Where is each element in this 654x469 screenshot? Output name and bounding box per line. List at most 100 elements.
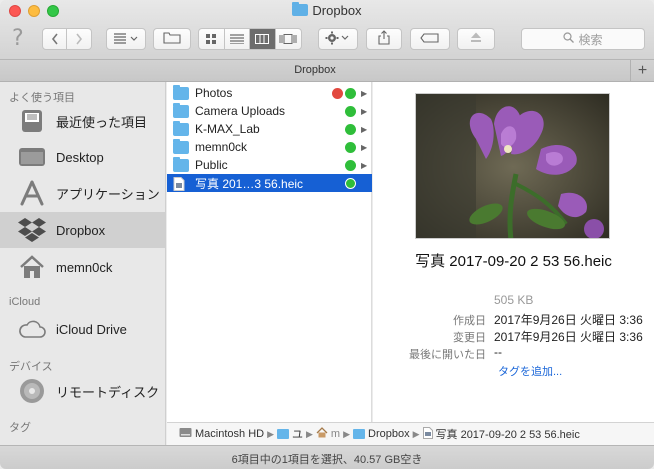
sync-ok-icon <box>345 123 356 135</box>
sidebar-item-desktop[interactable]: Desktop <box>0 139 165 175</box>
gear-icon <box>325 31 351 48</box>
icloud-header: iCloud <box>9 296 41 308</box>
preview-filename: 写真 2017-09-20 2 53 56.heic <box>415 253 612 270</box>
sidebar-item-dropbox[interactable]: Dropbox <box>0 212 165 248</box>
list-item[interactable]: K-MAX_Lab ▶ <box>167 120 372 138</box>
disclosure-arrow-icon: ▶ <box>361 88 368 98</box>
list-item[interactable]: Photos ▶ <box>167 84 372 102</box>
dropbox-folder-icon <box>353 429 366 439</box>
sidebar-item-recents[interactable]: 最近使った項目 <box>0 103 165 139</box>
window-title: Dropbox <box>0 2 654 18</box>
image-file-icon <box>173 176 189 191</box>
path-item-disk[interactable]: Macintosh HD <box>179 427 264 441</box>
camera-folder-icon <box>173 102 189 118</box>
desktop-icon <box>17 142 47 172</box>
forward-icon[interactable] <box>67 29 91 49</box>
folder-icon <box>277 429 289 439</box>
public-folder-icon <box>173 156 189 172</box>
sidebar-item-label: リモートディスク <box>56 384 160 400</box>
add-tags-link[interactable]: タグを追加... <box>498 363 562 379</box>
created-label: 作成日 <box>453 315 486 327</box>
search-icon <box>563 32 575 46</box>
path-item-dropbox[interactable]: Dropbox <box>353 428 410 440</box>
photo-thumbnail <box>415 93 610 239</box>
disclosure-arrow-icon: ▶ <box>361 106 368 116</box>
path-separator: ▶ <box>306 428 313 439</box>
preview-pane: 写真 2017-09-20 2 53 56.heic 505 KB 作成日 20… <box>373 82 654 422</box>
list-item[interactable]: Public ▶ <box>167 156 372 174</box>
shared-folder-icon <box>173 120 189 136</box>
icon-view-icon[interactable] <box>199 29 225 49</box>
sidebar-item-label: 最近使った項目 <box>56 114 148 130</box>
list-item[interactable]: Camera Uploads ▶ <box>167 102 372 120</box>
disclosure-arrow-icon: ▶ <box>361 160 368 170</box>
arrange-button[interactable] <box>106 28 146 50</box>
tags-header: タグ <box>9 422 31 434</box>
sidebar-item-label: iCloud Drive <box>56 321 127 337</box>
tab-bar: Dropbox + <box>0 60 654 82</box>
sidebar-item-icloud-drive[interactable]: iCloud Drive <box>0 311 165 347</box>
image-file-icon <box>422 426 433 442</box>
eject-button[interactable] <box>457 28 495 50</box>
preview-size: 505 KB <box>494 293 534 307</box>
tags-button[interactable] <box>410 28 450 50</box>
list-item[interactable]: memn0ck ▶ <box>167 138 372 156</box>
red-dot-icon <box>332 87 343 99</box>
cloud-icon <box>17 314 47 344</box>
toolbar: Dropbox ? 検索 <box>0 0 654 60</box>
disclosure-arrow-icon: ▶ <box>361 142 368 152</box>
back-forward-control[interactable] <box>42 28 92 50</box>
sidebar-item-label: アプリケーション <box>56 186 160 202</box>
sidebar-item-label: Desktop <box>56 149 104 165</box>
new-tab-button[interactable]: + <box>630 60 654 82</box>
home-icon <box>316 427 328 441</box>
tab-dropbox[interactable]: Dropbox <box>0 64 630 76</box>
sync-ok-icon <box>345 87 356 99</box>
sync-ok-icon <box>345 141 356 153</box>
search-placeholder: 検索 <box>578 32 603 47</box>
coverflow-view-icon[interactable] <box>276 29 301 49</box>
share-icon <box>378 30 390 48</box>
search-field[interactable]: 検索 <box>521 28 645 50</box>
modified-value: 2017年9月26日 火曜日 3:36 <box>494 330 643 344</box>
action-button[interactable] <box>318 28 358 50</box>
sidebar-item-home[interactable]: memn0ck <box>0 249 165 285</box>
hard-disk-icon <box>179 427 192 441</box>
status-bar: 6項目中の1項目を選択、40.57 GB空き <box>0 445 654 469</box>
view-mode-control[interactable] <box>198 28 302 50</box>
sidebar-item-label: memn0ck <box>56 259 113 275</box>
created-value: 2017年9月26日 火曜日 3:36 <box>494 313 643 327</box>
applications-icon <box>17 178 47 208</box>
help-icon[interactable]: ? <box>12 26 24 51</box>
sidebar-item-label: Dropbox <box>56 222 106 238</box>
path-separator: ▶ <box>412 428 420 439</box>
sync-ok-icon <box>345 105 356 117</box>
sidebar: よく使う項目 最近使った項目 Desktop アプリケーション Dropbox <box>0 82 166 445</box>
path-item-users[interactable]: ユ <box>277 426 303 442</box>
path-item-home[interactable]: m <box>316 427 340 441</box>
modified-label: 変更日 <box>453 332 486 344</box>
list-item-selected[interactable]: 写真 201…3 56.heic <box>167 174 372 192</box>
dropbox-icon <box>17 215 47 245</box>
folder-icon <box>173 138 189 154</box>
disc-icon <box>17 376 47 406</box>
new-folder-icon <box>163 31 181 47</box>
sync-ok-icon <box>345 159 356 171</box>
file-column: Photos ▶ Camera Uploads ▶ K-MAX_Lab ▶ me… <box>167 82 372 422</box>
disclosure-arrow-icon: ▶ <box>361 124 368 134</box>
arrange-icon <box>112 32 140 47</box>
recents-icon <box>17 106 47 136</box>
share-button[interactable] <box>366 28 402 50</box>
back-icon[interactable] <box>43 29 67 49</box>
eject-icon <box>470 32 482 46</box>
sidebar-item-remote-disc[interactable]: リモートディスク <box>0 373 165 409</box>
finder-window: Dropbox ? 検索 Dropbox + よく使う項目 最近使った項目 De… <box>0 0 654 469</box>
devices-header: デバイス <box>9 361 53 373</box>
dropbox-folder-icon <box>292 2 309 16</box>
new-folder-button[interactable] <box>153 28 191 50</box>
column-view-icon[interactable] <box>250 29 276 49</box>
path-separator: ▶ <box>343 428 351 439</box>
list-view-icon[interactable] <box>225 29 250 49</box>
path-item-file[interactable]: 写真 2017-09-20 2 53 56.heic <box>422 426 580 442</box>
sidebar-item-applications[interactable]: アプリケーション <box>0 175 165 211</box>
